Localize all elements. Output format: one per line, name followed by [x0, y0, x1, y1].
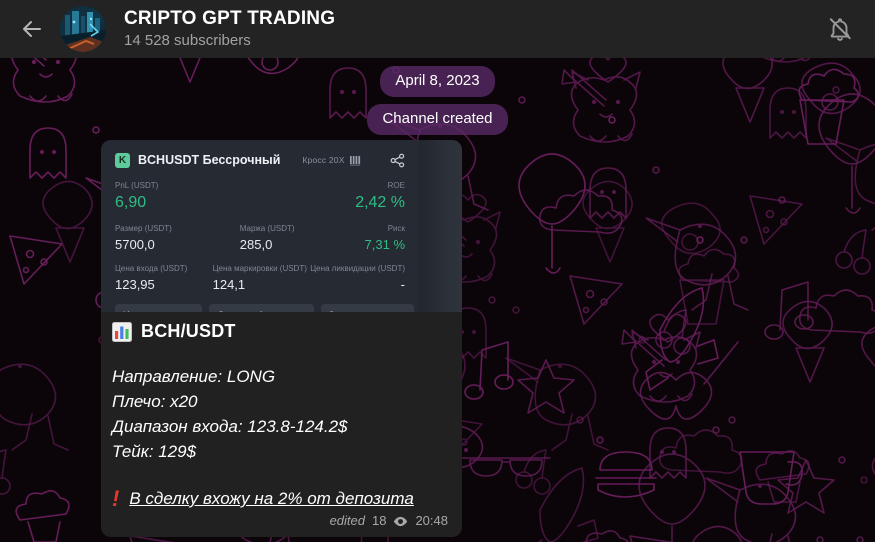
channel-avatar-image: [60, 6, 106, 52]
entry-price-value: 123,95: [115, 277, 155, 292]
position-pair-name: BCHUSDT Бессрочный: [138, 153, 281, 167]
margin-mode-label: Кросс 20X: [302, 155, 345, 165]
prices-row: Цена входа (USDT) 123,95 Цена маркировки…: [115, 263, 405, 293]
pnl-value: 6,90: [115, 194, 147, 211]
size-value: 5700,0: [115, 237, 155, 252]
chat-header: CRIPTO GPT TRADING 14 528 subscribers: [0, 0, 875, 58]
risk-block: Риск 7,31 %: [365, 223, 405, 253]
eye-icon: [393, 516, 408, 527]
position-card-content: K BCHUSDT Бессрочный Кросс 20X PnL (USDT…: [101, 140, 419, 312]
mark-price-value: 124,1: [212, 277, 246, 292]
message-text: BCH/USDT Направление: LONG Плечо: x20 Ди…: [101, 312, 462, 537]
message-time: 20:48: [415, 513, 448, 528]
date-separator-row: April 8, 2023: [0, 58, 875, 97]
exclamation-icon: !: [112, 486, 120, 511]
roe-label: ROE: [387, 181, 405, 190]
pnl-row: PnL (USDT) 6,90 ROE 2,42 %: [115, 180, 405, 213]
message-pair-title: BCH/USDT: [141, 321, 236, 341]
pnl-label: PnL (USDT): [115, 181, 159, 190]
message-title-line: BCH/USDT: [112, 321, 450, 342]
channel-created-notice: Channel created: [367, 104, 508, 135]
channel-created-row: Channel created: [0, 97, 875, 135]
edited-label: edited: [329, 513, 365, 528]
size-margin-risk-row: Размер (USDT) 5700,0 Маржа (USDT) 285,0 …: [115, 223, 405, 253]
take-profit-line: Тейк: 129$: [112, 442, 197, 461]
date-separator: April 8, 2023: [380, 66, 495, 97]
arrow-left-icon: [23, 21, 41, 37]
take-profit-stop-loss-button[interactable]: Стоп профит и лосс: [209, 304, 314, 312]
warning-line: ! В сделку вхожу на 2% от депозита: [112, 488, 450, 512]
share-icon[interactable]: [390, 153, 405, 168]
avatar[interactable]: [60, 6, 106, 52]
mute-button[interactable]: [819, 8, 861, 50]
pnl-block: PnL (USDT) 6,90: [115, 180, 355, 213]
position-card-header: K BCHUSDT Бессрочный Кросс 20X: [115, 150, 405, 170]
size-block: Размер (USDT) 5700,0: [115, 223, 240, 253]
change-leverage-button[interactable]: Изменить плечо: [115, 304, 203, 312]
margin-value: 285,0: [239, 237, 273, 252]
back-button[interactable]: [12, 9, 52, 49]
liquidation-price-value: -: [400, 277, 405, 292]
entry-range-line: Диапазон входа: 123.8-124.2$: [112, 417, 348, 436]
message-body-lines: Направление: LONG Плечо: x20 Диапазон вх…: [112, 364, 450, 464]
bell-muted-icon: [829, 18, 851, 41]
mark-price-label: Цена маркировки (USDT): [212, 264, 307, 273]
chat-area: April 8, 2023 Channel created K BCHUSDT …: [0, 58, 875, 542]
direction-line: Направление: LONG: [112, 367, 276, 386]
margin-label: Маржа (USDT): [239, 224, 295, 233]
message-bubble[interactable]: K BCHUSDT Бессрочный Кросс 20X PnL (USDT…: [101, 140, 462, 537]
eye-icon-glyph: [394, 516, 408, 526]
header-text-block: CRIPTO GPT TRADING 14 528 subscribers: [124, 8, 819, 50]
bar-chart-icon[interactable]: [349, 155, 362, 166]
position-card-image[interactable]: K BCHUSDT Бессрочный Кросс 20X PnL (USDT…: [101, 140, 462, 312]
entry-price-block: Цена входа (USDT) 123,95: [115, 263, 213, 293]
size-label: Размер (USDT): [115, 224, 172, 233]
bar-chart-icon-glyph: [349, 155, 360, 166]
leverage-line: Плечо: x20: [112, 392, 198, 411]
risk-label: Риск: [387, 224, 406, 233]
liquidation-price-block: Цена ликвидации (USDT) -: [310, 263, 405, 293]
page-title: CRIPTO GPT TRADING: [124, 8, 336, 29]
position-actions: Изменить плечо Стоп профит и лосс Закрыт…: [115, 304, 414, 312]
subscriber-count: 14 528 subscribers: [124, 32, 251, 49]
mark-price-block: Цена маркировки (USDT) 124,1: [213, 263, 311, 293]
roe-block: ROE 2,42 %: [355, 180, 405, 213]
message-meta: edited 18 20:48: [112, 513, 450, 529]
views-count: 18: [371, 513, 387, 528]
close-position-button[interactable]: Закрыть позицию: [320, 304, 414, 312]
share-icon-glyph: [390, 153, 405, 167]
bar-chart-emoji: [112, 321, 132, 342]
bar-chart-emoji-glyph: [112, 321, 132, 342]
entry-price-label: Цена входа (USDT): [115, 264, 188, 273]
warning-text: В сделку вхожу на 2% от депозита: [129, 489, 414, 508]
margin-block: Маржа (USDT) 285,0: [240, 223, 365, 253]
liquidation-price-label: Цена ликвидации (USDT): [310, 264, 405, 273]
card-right-gradient: [419, 140, 462, 312]
roe-value: 2,42 %: [355, 194, 405, 211]
risk-value: 7,31 %: [364, 237, 406, 252]
exchange-badge-icon: K: [115, 152, 130, 168]
